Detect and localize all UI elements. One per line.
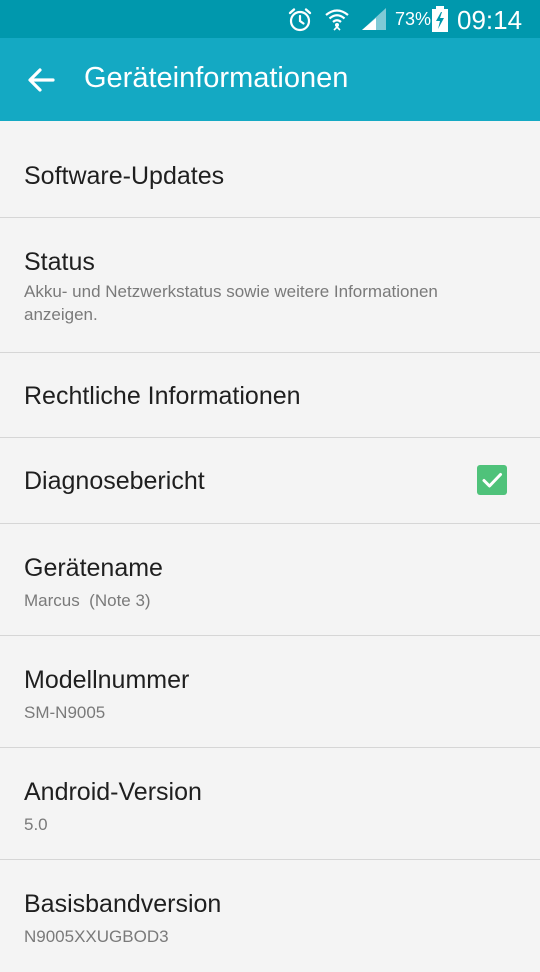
list-item-subtitle: SM-N9005	[24, 703, 106, 722]
list-item-status[interactable]: Status Akku- und Netzwerkstatus sowie we…	[0, 218, 540, 353]
list-item-title: Software-Updates	[24, 162, 225, 190]
list-item-subtitle: 5.0	[24, 815, 48, 834]
clock: 09:14	[457, 5, 523, 35]
list-item-model-number[interactable]: Modellnummer SM-N9005	[0, 636, 540, 748]
list-item-legal-info[interactable]: Rechtliche Informationen	[0, 353, 540, 438]
signal-icon	[362, 8, 386, 30]
battery-charging-icon	[432, 6, 448, 32]
list-item-title: Rechtliche Informationen	[24, 382, 301, 410]
list-item-device-name[interactable]: Gerätename Marcus (Note 3)	[0, 524, 540, 636]
list-item-subtitle: Akku- und Netzwerkstatus sowie weitere I…	[24, 282, 438, 324]
list-item-title: Basisbandversion	[24, 890, 222, 918]
page-title: Geräteinformationen	[84, 62, 349, 94]
diagnostic-report-checkbox[interactable]	[477, 465, 507, 495]
checkmark-icon	[482, 473, 502, 488]
list-item-subtitle: Marcus (Note 3)	[24, 591, 151, 610]
list-item-software-updates[interactable]: Software-Updates	[0, 121, 540, 218]
list-item-diagnostic-report[interactable]: Diagnosebericht	[0, 438, 540, 524]
battery-percent: 73%	[395, 9, 432, 29]
list-item-title: Modellnummer	[24, 666, 190, 694]
list-item-android-version[interactable]: Android-Version 5.0	[0, 748, 540, 860]
list-item-title: Diagnosebericht	[24, 467, 205, 495]
arrow-back-icon[interactable]	[24, 63, 58, 97]
list-item-baseband-version[interactable]: Basisbandversion N9005XXUGBOD3	[0, 860, 540, 972]
wifi-icon	[325, 9, 349, 31]
list-item-subtitle: N9005XXUGBOD3	[24, 927, 169, 946]
list-item-title: Status	[24, 248, 95, 276]
settings-list: Software-Updates Status Akku- und Netzwe…	[0, 121, 540, 972]
list-item-title: Android-Version	[24, 778, 202, 806]
list-item-title: Gerätename	[24, 554, 163, 582]
status-bar: 73% 09:14	[0, 0, 540, 38]
alarm-icon	[288, 8, 312, 32]
app-bar: Geräteinformationen	[0, 38, 540, 121]
